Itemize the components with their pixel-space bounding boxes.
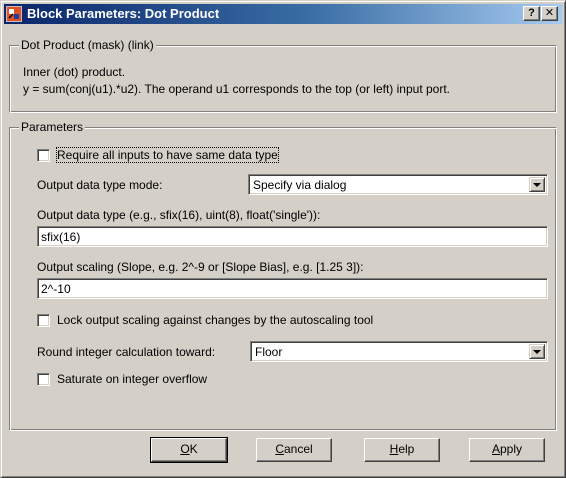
dialog-window: Block Parameters: Dot Product ? ✕ Dot Pr…	[0, 0, 566, 478]
output-type-input[interactable]: sfix(16)	[37, 226, 548, 247]
ok-button[interactable]: OK	[150, 437, 228, 463]
simulink-block-icon	[6, 6, 22, 22]
mask-group-legend: Dot Product (mask) (link)	[19, 38, 156, 52]
output-scaling-input[interactable]: 2^-10	[37, 278, 548, 299]
chevron-down-icon[interactable]	[529, 177, 545, 192]
mask-description-line1: Inner (dot) product.	[23, 65, 126, 79]
apply-label-rest: pply	[500, 442, 523, 456]
chevron-down-icon[interactable]	[529, 344, 545, 359]
apply-button[interactable]: Apply	[469, 438, 545, 462]
lock-scaling-checkbox[interactable]	[37, 314, 50, 327]
apply-mnemonic: A	[491, 442, 500, 456]
round-toward-value: Floor	[255, 345, 283, 359]
require-same-type-label[interactable]: Require all inputs to have same data typ…	[56, 147, 279, 163]
cancel-label-rest: ancel	[283, 442, 313, 456]
mask-description-group	[9, 45, 557, 113]
cancel-button[interactable]: Cancel	[256, 438, 332, 462]
ok-mnemonic: O	[180, 442, 190, 456]
window-title: Block Parameters: Dot Product	[27, 6, 220, 21]
output-type-label: Output data type (e.g., sfix(16), uint(8…	[37, 208, 321, 222]
help-title-button[interactable]: ?	[523, 6, 540, 21]
ok-label-rest: K	[189, 442, 198, 456]
round-toward-label: Round integer calculation toward:	[37, 345, 216, 359]
lock-scaling-label[interactable]: Lock output scaling against changes by t…	[57, 313, 373, 327]
help-label-rest: elp	[398, 442, 415, 456]
close-icon[interactable]: ✕	[541, 6, 558, 21]
mask-description-line2: y = sum(conj(u1).*u2). The operand u1 co…	[23, 82, 451, 96]
help-button[interactable]: Help	[364, 438, 440, 462]
output-mode-select[interactable]: Specify via dialog	[248, 174, 548, 195]
require-same-type-checkbox[interactable]	[37, 149, 50, 162]
round-toward-select[interactable]: Floor	[250, 341, 548, 362]
cancel-mnemonic: C	[275, 442, 284, 456]
saturate-label[interactable]: Saturate on integer overflow	[57, 372, 207, 386]
saturate-checkbox[interactable]	[37, 373, 50, 386]
parameters-group-legend: Parameters	[19, 120, 86, 134]
title-bar[interactable]: Block Parameters: Dot Product ? ✕	[4, 4, 562, 24]
output-mode-label: Output data type mode:	[37, 178, 163, 192]
output-scaling-label: Output scaling (Slope, e.g. 2^-9 or [Slo…	[37, 260, 364, 274]
output-mode-value: Specify via dialog	[253, 178, 347, 192]
